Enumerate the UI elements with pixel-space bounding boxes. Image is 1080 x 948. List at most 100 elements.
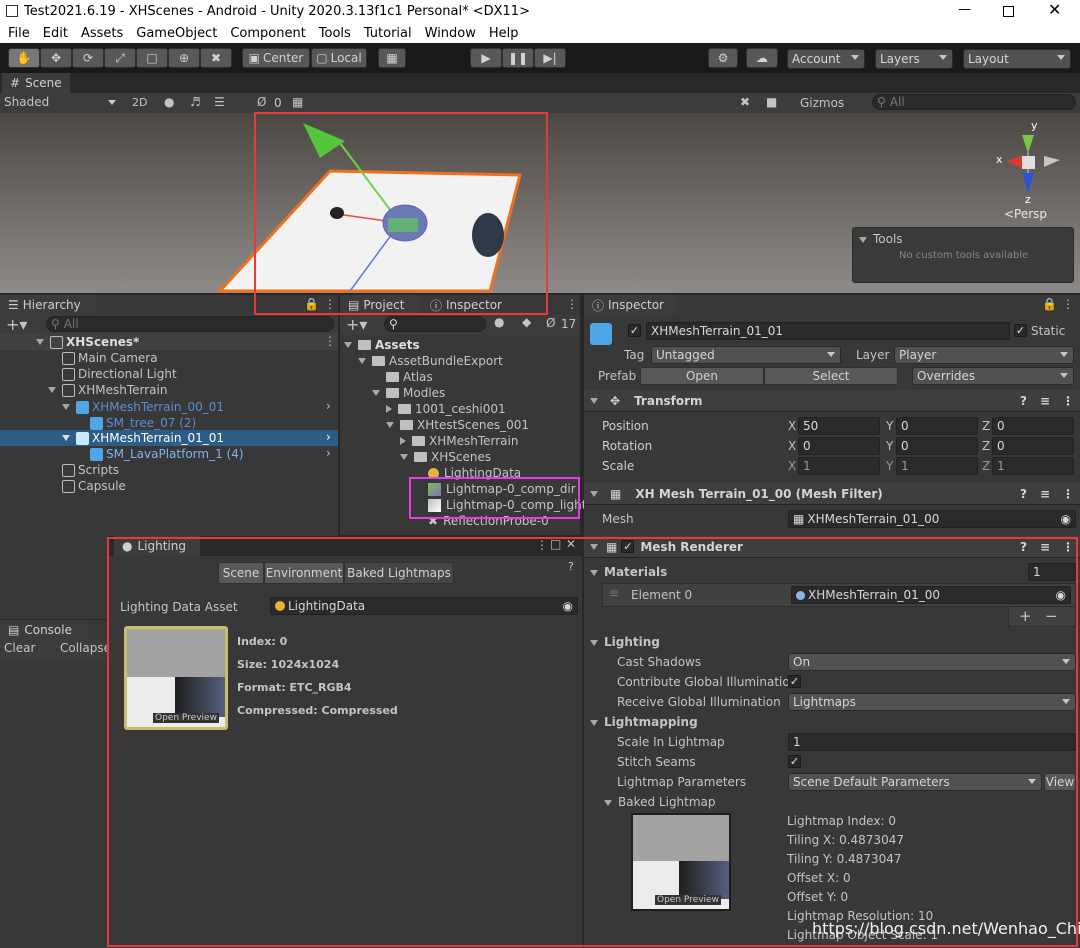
- position-y-field[interactable]: 0: [896, 417, 978, 435]
- maximize-icon[interactable]: [1003, 6, 1014, 17]
- open-preview-label[interactable]: Open Preview: [655, 895, 721, 905]
- list-item-atlas[interactable]: Atlas: [386, 369, 433, 385]
- position-z-field[interactable]: 0: [992, 417, 1074, 435]
- transform-tool-button[interactable]: ⊕: [168, 48, 200, 68]
- lock-icon[interactable]: 🔒: [1042, 297, 1057, 311]
- clear-button[interactable]: Clear: [4, 641, 35, 655]
- mesh-filter-header[interactable]: ▦ XH Mesh Terrain_01_00 (Mesh Filter) ? …: [584, 483, 1080, 505]
- menu-icon[interactable]: ⋮: [1062, 394, 1074, 408]
- drag-handle-icon[interactable]: ≡: [609, 586, 619, 600]
- open-preview-label[interactable]: Open Preview: [153, 713, 219, 723]
- scale-y-field[interactable]: 1: [896, 457, 978, 475]
- pivot-center-button[interactable]: ▣ Center: [242, 48, 310, 68]
- lightmap-params-view-button[interactable]: View: [1044, 773, 1076, 791]
- persp-label[interactable]: <Persp: [1004, 207, 1047, 221]
- move-tool-button[interactable]: ✥: [40, 48, 72, 68]
- menu-icon[interactable]: ⋮: [1062, 297, 1074, 311]
- account-dropdown[interactable]: Account: [787, 49, 865, 69]
- gizmo-center-icon[interactable]: [1022, 156, 1035, 169]
- contribute-gi-checkbox[interactable]: ✓: [788, 675, 801, 688]
- gizmos-dropdown[interactable]: Gizmos: [800, 96, 844, 110]
- scale-tool-button[interactable]: ⤢: [104, 48, 136, 68]
- menu-icon[interactable]: ⋮: [536, 538, 548, 552]
- baked-lightmap-foldout[interactable]: Baked Lightmap: [604, 795, 716, 809]
- effects-toggle-icon[interactable]: ☰: [214, 95, 225, 109]
- layout-dropdown[interactable]: Layout: [963, 49, 1071, 69]
- scale-x-field[interactable]: 1: [798, 457, 880, 475]
- step-button[interactable]: ▶|: [534, 48, 566, 68]
- baked-lightmap-thumbnail[interactable]: Open Preview: [631, 813, 731, 911]
- object-picker-icon[interactable]: ◉: [563, 599, 573, 613]
- light-toggle-icon[interactable]: ●: [164, 95, 174, 109]
- settings-icon[interactable]: ≡: [1040, 394, 1050, 408]
- chevron-right-icon[interactable]: ›: [326, 446, 331, 460]
- rect-tool-button[interactable]: □: [136, 48, 168, 68]
- scene-menu-icon[interactable]: ⋮: [324, 334, 336, 348]
- stitch-seams-checkbox[interactable]: ✓: [788, 755, 801, 768]
- menu-edit[interactable]: Edit: [43, 26, 68, 41]
- tab-inspector-2[interactable]: ⓘ Inspector: [422, 295, 532, 315]
- chevron-right-icon[interactable]: ›: [326, 430, 331, 444]
- play-button[interactable]: ▶: [470, 48, 502, 68]
- hand-tool-button[interactable]: ✋: [8, 48, 40, 68]
- list-item-scripts[interactable]: Scripts: [62, 462, 119, 478]
- menu-icon[interactable]: ⋮: [1062, 487, 1074, 501]
- lighting-data-asset-field[interactable]: LightingData ◉: [270, 597, 578, 615]
- menu-assets[interactable]: Assets: [81, 26, 123, 41]
- menu-icon[interactable]: ⋮: [324, 297, 336, 311]
- menu-tools[interactable]: Tools: [319, 26, 351, 41]
- shaded-dropdown[interactable]: Shaded: [4, 95, 120, 111]
- 2d-toggle[interactable]: 2D: [132, 96, 147, 109]
- list-item-directional-light[interactable]: Directional Light: [62, 366, 177, 382]
- add-icon[interactable]: +▾: [6, 315, 27, 334]
- layer-dropdown[interactable]: Player: [894, 346, 1074, 364]
- lighting-foldout[interactable]: Lighting: [590, 635, 660, 649]
- filter-icon[interactable]: ●: [494, 315, 504, 329]
- label-icon[interactable]: ◆: [522, 315, 531, 329]
- tab-lighting-baked[interactable]: Baked Lightmaps: [344, 562, 454, 584]
- list-item-assets[interactable]: Assets: [344, 337, 420, 353]
- menu-help[interactable]: Help: [489, 26, 519, 41]
- rotation-x-field[interactable]: 0: [798, 437, 880, 455]
- audio-toggle-icon[interactable]: ♬: [190, 95, 201, 109]
- list-item-modles[interactable]: Modles: [372, 385, 445, 401]
- pivot-local-button[interactable]: ▢ Local: [311, 48, 367, 68]
- mesh-field[interactable]: ▦ XHMeshTerrain_01_00 ◉: [788, 510, 1076, 528]
- position-x-field[interactable]: 50: [798, 417, 880, 435]
- list-item-main-camera[interactable]: Main Camera: [62, 350, 158, 366]
- help-icon[interactable]: ?: [1020, 487, 1027, 501]
- tab-lighting[interactable]: ● Lighting: [114, 536, 200, 556]
- prefab-overrides-dropdown[interactable]: Overrides: [912, 367, 1074, 385]
- transform-header[interactable]: ✥ Transform ? ≡ ⋮: [584, 390, 1080, 412]
- scale-z-field[interactable]: 1: [992, 457, 1074, 475]
- list-item-xhscenes-folder[interactable]: XHScenes: [400, 449, 491, 465]
- menu-file[interactable]: File: [8, 26, 30, 41]
- help-icon[interactable]: ?: [568, 560, 574, 573]
- tab-lighting-scene[interactable]: Scene: [218, 562, 264, 584]
- active-checkbox[interactable]: ✓: [628, 324, 641, 337]
- cast-shadows-dropdown[interactable]: On: [788, 653, 1076, 671]
- close-icon[interactable]: ✕: [1048, 0, 1061, 19]
- list-item-1001-ceshi001[interactable]: 1001_ceshi001: [386, 401, 506, 417]
- static-label[interactable]: Static: [1031, 324, 1065, 338]
- grid-toggle-icon[interactable]: ▦: [292, 95, 303, 109]
- list-item-sm-tree-07[interactable]: SM_tree_07 (2): [90, 415, 196, 431]
- hierarchy-search-input[interactable]: ⚲ All: [46, 316, 334, 332]
- tag-dropdown[interactable]: Untagged: [651, 346, 841, 364]
- list-item-lightmap-light[interactable]: Lightmap-0_comp_light: [428, 497, 586, 513]
- list-item-xhmeshterrain-01-01[interactable]: XHMeshTerrain_01_01: [0, 430, 338, 446]
- object-picker-icon[interactable]: ◉: [1061, 512, 1071, 526]
- tab-hierarchy[interactable]: ☰ Hierarchy: [0, 295, 96, 315]
- tab-console[interactable]: ▤ Console: [0, 620, 88, 640]
- list-item-xhmeshterrain[interactable]: XHMeshTerrain: [48, 382, 167, 398]
- menu-tutorial[interactable]: Tutorial: [364, 26, 412, 41]
- menu-window[interactable]: Window: [425, 26, 476, 41]
- materials-foldout[interactable]: Materials: [590, 565, 667, 579]
- list-item-sm-lavaplatform[interactable]: SM_LavaPlatform_1 (4): [90, 446, 244, 462]
- scene-search-input[interactable]: ⚲ All: [872, 94, 1076, 110]
- list-item-capsule[interactable]: Capsule: [62, 478, 126, 494]
- lightmap-params-dropdown[interactable]: Scene Default Parameters: [788, 773, 1042, 791]
- add-element-icon[interactable]: +: [1019, 607, 1032, 625]
- close-icon[interactable]: ✕: [566, 537, 576, 551]
- list-item-xhscenes[interactable]: XHScenes*: [0, 334, 338, 350]
